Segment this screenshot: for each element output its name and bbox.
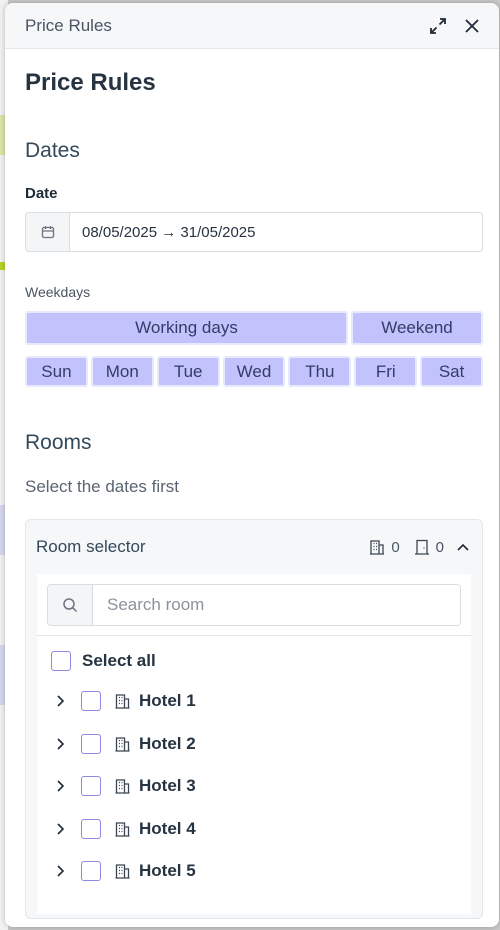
calendar-addon (26, 213, 70, 251)
chevron-right-icon (57, 695, 65, 707)
select-all-label: Select all (82, 651, 156, 670)
chevron-right-icon (57, 823, 65, 835)
room-count-value: 0 (435, 538, 444, 556)
hotel-count-value: 0 (391, 538, 400, 556)
date-range-value: 08/05/2025 → 31/05/2025 (82, 223, 256, 241)
working-days-button[interactable]: Working days (25, 311, 348, 345)
room-selector-title: Room selector (36, 537, 146, 556)
chevron-right-icon (57, 780, 65, 792)
hotel-building-icon-wrap (114, 778, 131, 794)
close-icon (465, 18, 479, 33)
building-icon (370, 540, 385, 555)
hotel-building-icon-wrap (114, 821, 131, 837)
day-button-thu[interactable]: Thu (288, 356, 352, 387)
dates-section-title: Dates (25, 139, 80, 162)
building-icon (115, 737, 130, 752)
select-all-checkbox[interactable] (51, 651, 71, 671)
date-label: Date (25, 185, 58, 202)
room-selector-body: Select all Hotel 1 (37, 574, 471, 914)
calendar-icon (41, 226, 54, 239)
hotel-row: Hotel 5 (37, 850, 471, 893)
search-icon (63, 598, 78, 613)
drawer-content: Price Rules Dates Date 08/05/2025 → 31/0… (5, 69, 499, 919)
hotel-checkbox[interactable] (81, 818, 101, 839)
weekend-button[interactable]: Weekend (351, 311, 483, 345)
page-title: Price Rules (25, 69, 156, 96)
expand-hotel-toggle[interactable] (55, 779, 69, 793)
chevron-right-icon (57, 865, 65, 877)
building-icon (115, 864, 130, 879)
close-button[interactable] (455, 9, 489, 43)
hotel-building-icon-wrap (114, 863, 131, 879)
day-button-sun[interactable]: Sun (25, 356, 88, 387)
search-room-field (47, 584, 461, 626)
building-icon (115, 694, 130, 709)
day-button-fri[interactable]: Fri (354, 356, 418, 387)
door-icon (414, 539, 429, 555)
chevron-right-icon (57, 738, 65, 750)
hotel-building-icon-wrap (114, 693, 131, 709)
expand-hotel-toggle[interactable] (55, 737, 69, 751)
expand-hotel-toggle[interactable] (55, 694, 69, 708)
hotel-building-icon-wrap (114, 736, 131, 752)
hotel-name: Hotel 4 (139, 818, 196, 838)
room-selector: Room selector 0 0 Search room Select all… (25, 519, 483, 919)
hotel-name: Hotel 1 (139, 691, 196, 711)
hotel-name: Hotel 3 (139, 776, 196, 796)
chevron-up-icon (457, 543, 469, 551)
hotel-row: Hotel 4 (37, 808, 471, 851)
hotel-name: Hotel 5 (139, 861, 196, 881)
expand-icon (430, 17, 446, 34)
hotel-name: Hotel 2 (139, 733, 196, 753)
hotel-checkbox[interactable] (81, 861, 101, 882)
room-count: 0 (414, 539, 444, 556)
day-button-wed[interactable]: Wed (222, 356, 286, 387)
rooms-hint: Select the dates first (25, 477, 180, 496)
hotel-checkbox[interactable] (81, 733, 101, 754)
search-addon (48, 585, 93, 625)
room-selector-header[interactable]: Room selector 0 0 (26, 520, 482, 574)
expand-button[interactable] (421, 9, 455, 43)
building-icon (115, 779, 130, 794)
hotel-count: 0 (369, 538, 400, 556)
day-button-mon[interactable]: Mon (90, 356, 154, 387)
day-button-sat[interactable]: Sat (420, 356, 484, 387)
search-room-input[interactable] (93, 585, 460, 625)
search-wrap (37, 574, 471, 636)
hotel-checkbox[interactable] (81, 691, 101, 712)
drawer-header: Price Rules (5, 3, 499, 49)
hotel-row: Hotel 2 (37, 723, 471, 766)
day-buttons: Sun Mon Tue Wed Thu Fri Sat (25, 356, 484, 387)
weekdays-label: Weekdays (25, 284, 91, 300)
day-button-tue[interactable]: Tue (156, 356, 220, 387)
hotel-checkbox[interactable] (81, 776, 101, 797)
expand-hotel-toggle[interactable] (55, 822, 69, 836)
collapse-toggle[interactable] (456, 540, 470, 554)
expand-hotel-toggle[interactable] (55, 864, 69, 878)
rooms-section-title: Rooms (25, 431, 92, 454)
select-all-row[interactable]: Select all (37, 642, 471, 680)
weekday-groups: Working days Weekend (25, 311, 483, 345)
price-rules-drawer: Price Rules Price Rules Dates Date 08/05… (5, 3, 499, 927)
building-icon (115, 822, 130, 837)
date-range-input[interactable]: 08/05/2025 → 31/05/2025 (25, 212, 483, 252)
drawer-title: Price Rules (25, 15, 112, 35)
hotel-row: Hotel 1 (37, 680, 471, 723)
hotel-row: Hotel 3 (37, 765, 471, 808)
